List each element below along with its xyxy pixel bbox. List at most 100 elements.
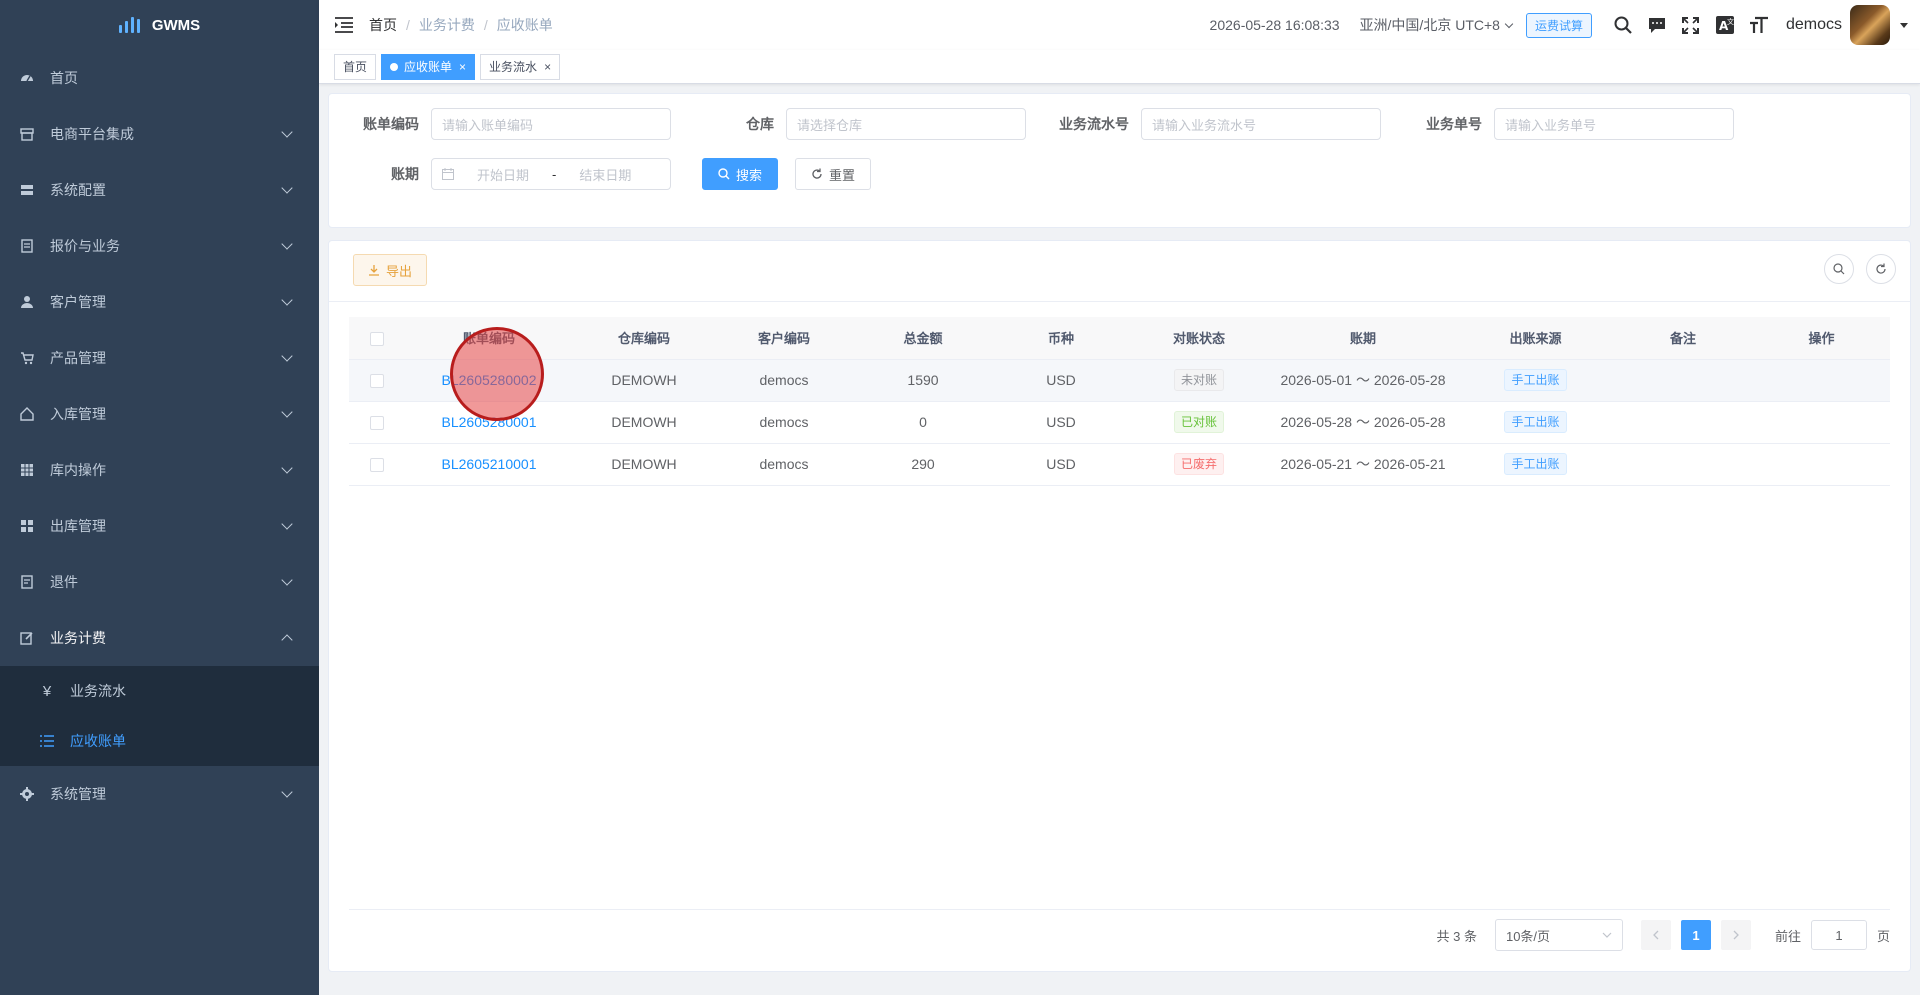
sidebar-item-warehouse-ops[interactable]: 库内操作 <box>0 442 319 498</box>
sidebar-item-business-flow[interactable]: ¥ 业务流水 <box>0 666 319 716</box>
sidebar-item-home[interactable]: 首页 <box>0 50 319 106</box>
period-cell: 2026-05-21 ～ 2026-05-21 <box>1268 443 1458 486</box>
sidebar-item-system-admin[interactable]: 系统管理 <box>0 766 319 822</box>
bill-table: 账单编码 仓库编码 客户编码 总金额 币种 对账状态 账期 出账来源 备注 操作… <box>349 317 1890 486</box>
table-row[interactable]: BL2605210001 DEMOWH democs 290 USD 已废弃 2… <box>349 443 1890 486</box>
warehouse-select[interactable]: 请选择仓库 <box>786 108 1026 140</box>
total-count: 共 3 条 <box>1436 928 1477 944</box>
close-icon[interactable]: × <box>544 60 551 74</box>
bill-code-link[interactable]: BL2605280002 <box>442 372 537 388</box>
timezone-select[interactable]: 亚洲/中国/北京 UTC+8 <box>1360 15 1514 35</box>
customer-cell: democs <box>714 443 854 486</box>
currency-cell: USD <box>992 401 1130 444</box>
sidebar-item-customer[interactable]: 客户管理 <box>0 274 319 330</box>
select-all-checkbox[interactable] <box>369 331 384 346</box>
breadcrumb-home[interactable]: 首页 <box>369 15 397 35</box>
tag-home[interactable]: 首页 <box>334 53 377 80</box>
page-number[interactable]: 1 <box>1680 920 1711 950</box>
currency-cell: USD <box>992 359 1130 402</box>
search-icon[interactable] <box>1606 0 1640 50</box>
fullscreen-icon[interactable] <box>1674 0 1708 50</box>
refresh-icon <box>812 168 822 179</box>
biz-no-input[interactable]: 请输入业务单号 <box>1494 108 1734 140</box>
chevron-down-icon <box>281 406 293 418</box>
form-item-warehouse: 仓库 请选择仓库 <box>706 108 1026 140</box>
table-row[interactable]: BL2605280002 DEMOWH democs 1590 USD 未对账 … <box>349 359 1890 402</box>
close-icon[interactable]: × <box>459 60 466 74</box>
table-row[interactable]: BL2605280001 DEMOWH democs 0 USD 已对账 202… <box>349 401 1890 444</box>
breadcrumb: 首页 / 业务计费 / 应收账单 <box>369 15 553 35</box>
sidebar-item-return[interactable]: 退件 <box>0 554 319 610</box>
chevron-down-icon <box>281 462 293 474</box>
chevron-down-icon <box>281 350 293 362</box>
period-date-range[interactable]: 开始日期 - 结束日期 <box>431 158 671 190</box>
row-checkbox[interactable] <box>369 416 384 431</box>
sidebar-item-outbound[interactable]: 出库管理 <box>0 498 319 554</box>
col-actions: 操作 <box>1753 317 1890 360</box>
message-icon[interactable] <box>1640 0 1674 50</box>
sidebar-item-inbound[interactable]: 入库管理 <box>0 386 319 442</box>
document-icon <box>20 239 34 253</box>
amount-cell: 1590 <box>854 359 992 402</box>
table-toolbar: 导出 <box>353 254 428 286</box>
chevron-left-icon <box>1653 930 1659 940</box>
sidebar-item-receivable-bill[interactable]: 应收账单 <box>0 716 319 766</box>
prev-page-button[interactable] <box>1640 920 1671 950</box>
sidebar-item-quote[interactable]: 报价与业务 <box>0 218 319 274</box>
table-panel: 导出 账单编码 仓库编码 客户编码 总金额 币种 对账状态 账期 出账来源 备注… <box>328 240 1911 972</box>
flow-no-input[interactable]: 请输入业务流水号 <box>1141 108 1381 140</box>
caret-down-icon[interactable] <box>1900 22 1908 28</box>
sidebar-item-ecommerce[interactable]: 电商平台集成 <box>0 106 319 162</box>
remark-cell <box>1613 443 1753 486</box>
page-size-select[interactable]: 10条/页 <box>1494 919 1623 951</box>
reset-button[interactable]: 重置 <box>795 158 872 190</box>
toggle-search-button[interactable] <box>1824 254 1854 284</box>
username[interactable]: democs <box>1786 16 1842 34</box>
font-size-icon[interactable] <box>1742 0 1776 50</box>
tag-business-flow[interactable]: 业务流水 × <box>480 53 561 80</box>
menu-fold-icon <box>335 17 353 33</box>
chevron-down-icon <box>281 518 293 530</box>
col-reconcile-status: 对账状态 <box>1130 317 1268 360</box>
next-page-button[interactable] <box>1720 920 1751 950</box>
goto-page-input[interactable]: 1 <box>1810 920 1867 950</box>
actions-cell <box>1753 443 1890 486</box>
sidebar-item-product[interactable]: 产品管理 <box>0 330 319 386</box>
grid-icon <box>20 463 34 477</box>
currency-cell: USD <box>992 443 1130 486</box>
bill-code-input[interactable]: 请输入账单编码 <box>431 108 671 140</box>
sidebar-item-billing[interactable]: 业务计费 <box>0 610 319 666</box>
actions-cell <box>1753 359 1890 402</box>
avatar[interactable] <box>1850 5 1890 45</box>
refresh-button[interactable] <box>1866 254 1896 284</box>
freight-calc-button[interactable]: 运费试算 <box>1525 12 1592 38</box>
tag-receivable-bill[interactable]: 应收账单 × <box>381 53 476 80</box>
export-button[interactable]: 导出 <box>353 254 428 286</box>
translate-icon[interactable]: A文 <box>1708 0 1742 50</box>
end-date-input[interactable]: 结束日期 <box>570 165 640 184</box>
start-date-input[interactable]: 开始日期 <box>468 165 538 184</box>
bill-code-link[interactable]: BL2605210001 <box>442 456 537 472</box>
warehouse-cell: DEMOWH <box>574 401 714 444</box>
row-checkbox[interactable] <box>369 374 384 389</box>
amount-cell: 290 <box>854 443 992 486</box>
page-suffix: 页 <box>1876 928 1890 944</box>
source-badge: 手工出账 <box>1504 453 1567 475</box>
col-total-amount: 总金额 <box>854 317 992 360</box>
search-button[interactable]: 搜索 <box>702 158 779 190</box>
hamburger-button[interactable] <box>319 0 369 50</box>
customer-cell: democs <box>714 401 854 444</box>
apps-icon <box>20 519 34 533</box>
logo-icon <box>118 17 140 33</box>
row-checkbox[interactable] <box>369 458 384 473</box>
cart-icon <box>20 351 34 365</box>
bill-code-link[interactable]: BL2605280001 <box>442 414 537 430</box>
status-badge: 已废弃 <box>1173 453 1224 475</box>
app-logo[interactable]: GWMS <box>0 0 319 50</box>
chevron-down-icon <box>281 126 293 138</box>
remark-cell <box>1613 401 1753 444</box>
source-badge: 手工出账 <box>1504 369 1567 391</box>
sidebar-item-system-config[interactable]: 系统配置 <box>0 162 319 218</box>
status-badge: 未对账 <box>1173 369 1224 391</box>
amount-cell: 0 <box>854 401 992 444</box>
